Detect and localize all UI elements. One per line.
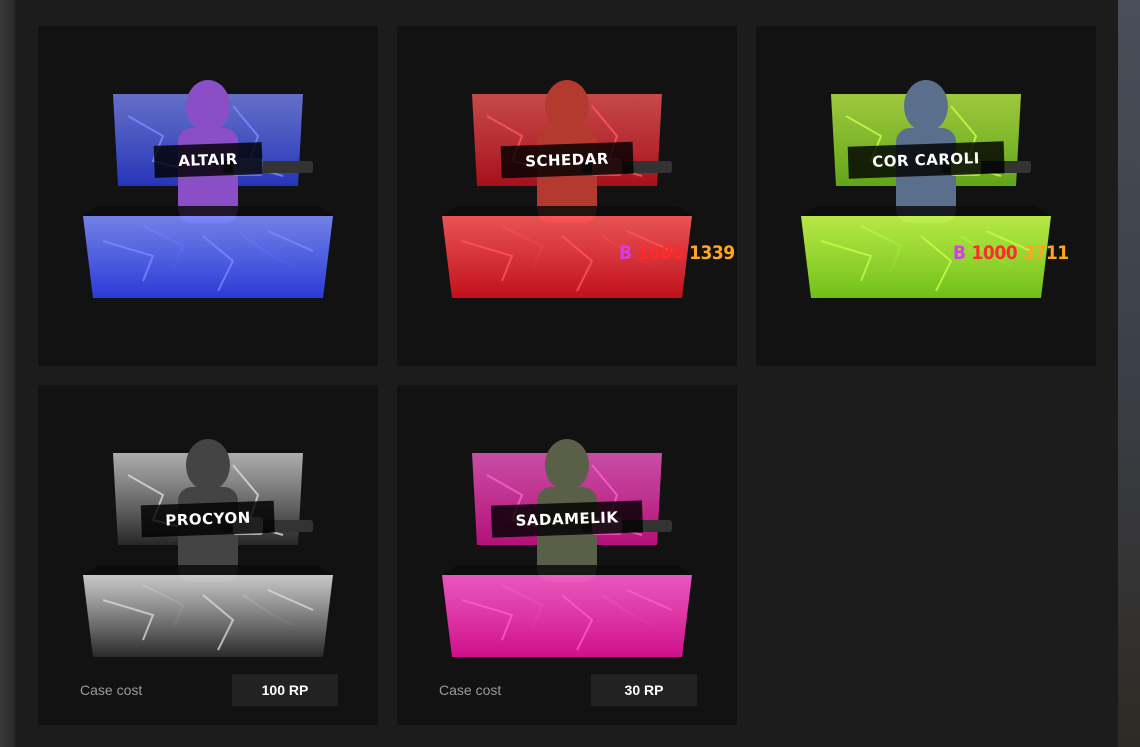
old-price: 1000 [971, 242, 1018, 264]
price-prefix: B [619, 242, 632, 264]
new-price: 3711 [1023, 242, 1069, 264]
case-image [83, 425, 333, 675]
case-body [83, 575, 333, 657]
case-image [442, 425, 692, 675]
case-name: PROCYON [140, 500, 276, 538]
price-prefix: B [953, 242, 966, 264]
cost-row: Case cost 30 RP [439, 674, 697, 706]
case-card-procyon[interactable]: PROCYON Case cost 100 RP [38, 385, 378, 725]
cost-value-button[interactable]: 30 RP [591, 674, 697, 706]
case-card-schedar[interactable]: SCHEDAR B 1000 1339 [397, 26, 737, 366]
cases-panel: ALTAIR SCHEDAR B 1000 1339 COR CAROLI B … [16, 0, 1118, 747]
case-image [801, 66, 1051, 316]
case-image [83, 66, 333, 316]
case-card-sadamelik[interactable]: SADAMELIK Case cost 30 RP [397, 385, 737, 725]
case-card-altair[interactable]: ALTAIR [38, 26, 378, 366]
case-body [83, 216, 333, 298]
case-name: ALTAIR [153, 142, 263, 178]
price-tag: B 1000 3711 [953, 242, 1069, 264]
new-price: 1339 [689, 242, 735, 264]
case-card-cor-caroli[interactable]: COR CAROLI B 1000 3711 [756, 26, 1096, 366]
price-tag: B 1000 1339 [619, 242, 735, 264]
case-body [442, 575, 692, 657]
background-edge [1118, 0, 1140, 747]
cost-label: Case cost [439, 682, 502, 698]
case-name: COR CAROLI [847, 141, 1005, 179]
cost-value-button[interactable]: 100 RP [232, 674, 338, 706]
old-price: 1000 [637, 242, 684, 264]
case-name: SCHEDAR [500, 141, 634, 179]
case-image [442, 66, 692, 316]
cost-row: Case cost 100 RP [80, 674, 338, 706]
case-name: SADAMELIK [491, 500, 643, 538]
cost-label: Case cost [80, 682, 143, 698]
